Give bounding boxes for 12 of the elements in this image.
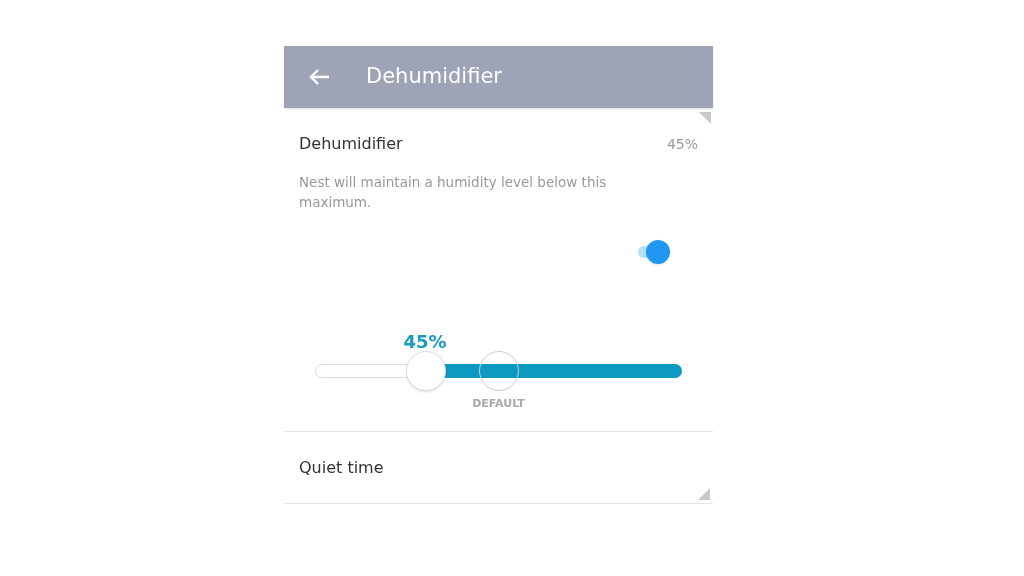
back-button[interactable] xyxy=(308,68,330,86)
slider-reading: 45% xyxy=(403,330,447,354)
header-title: Dehumidifier xyxy=(366,63,502,91)
default-label: DEFAULT xyxy=(472,396,525,412)
corner-mark-icon xyxy=(699,112,711,124)
corner-mark-icon xyxy=(698,488,710,500)
setting-value: 45% xyxy=(666,134,698,154)
back-arrow-icon xyxy=(308,68,330,86)
setting-description: Nest will maintain a humidity level below this maximum. xyxy=(299,173,608,212)
settings-row[interactable]: Quiet time xyxy=(284,432,713,504)
row-label: Quiet time xyxy=(299,456,384,479)
setting-label: Dehumidifier xyxy=(299,133,403,155)
